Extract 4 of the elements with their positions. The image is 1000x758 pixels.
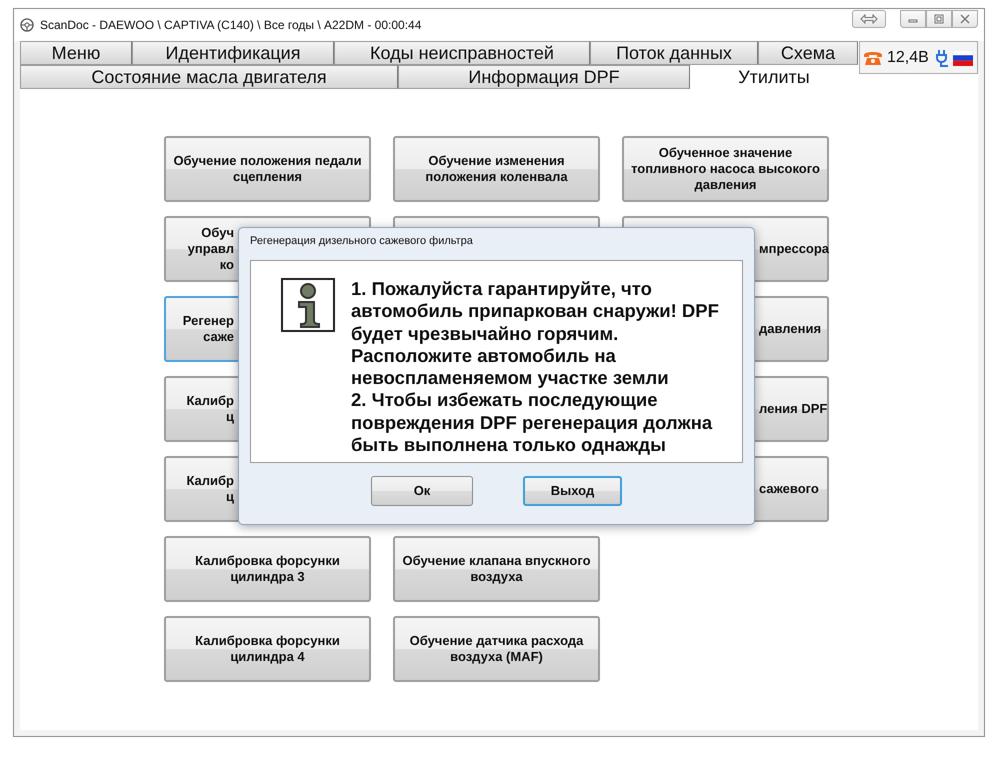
warning-message: 1. Пожалуйста гарантируйте, что автомобиль припаркован снаружи! DPF будет чрезвычайно горячим. Расположите автомобиль на невоспламеняемом участке земли 2. Чтобы избежать последующие повреждения DPF регенерация должна быть выполнена только однажды: [351, 278, 719, 456]
voltage-reading: 12,4В: [887, 48, 929, 66]
window-title: ScanDoc - DAEWOO \ CAPTIVA (C140) \ Все годы \ A22DM - 00:00:44: [40, 18, 422, 32]
dialog-title: Регенерация дизельного сажевого фильтра: [250, 234, 474, 249]
